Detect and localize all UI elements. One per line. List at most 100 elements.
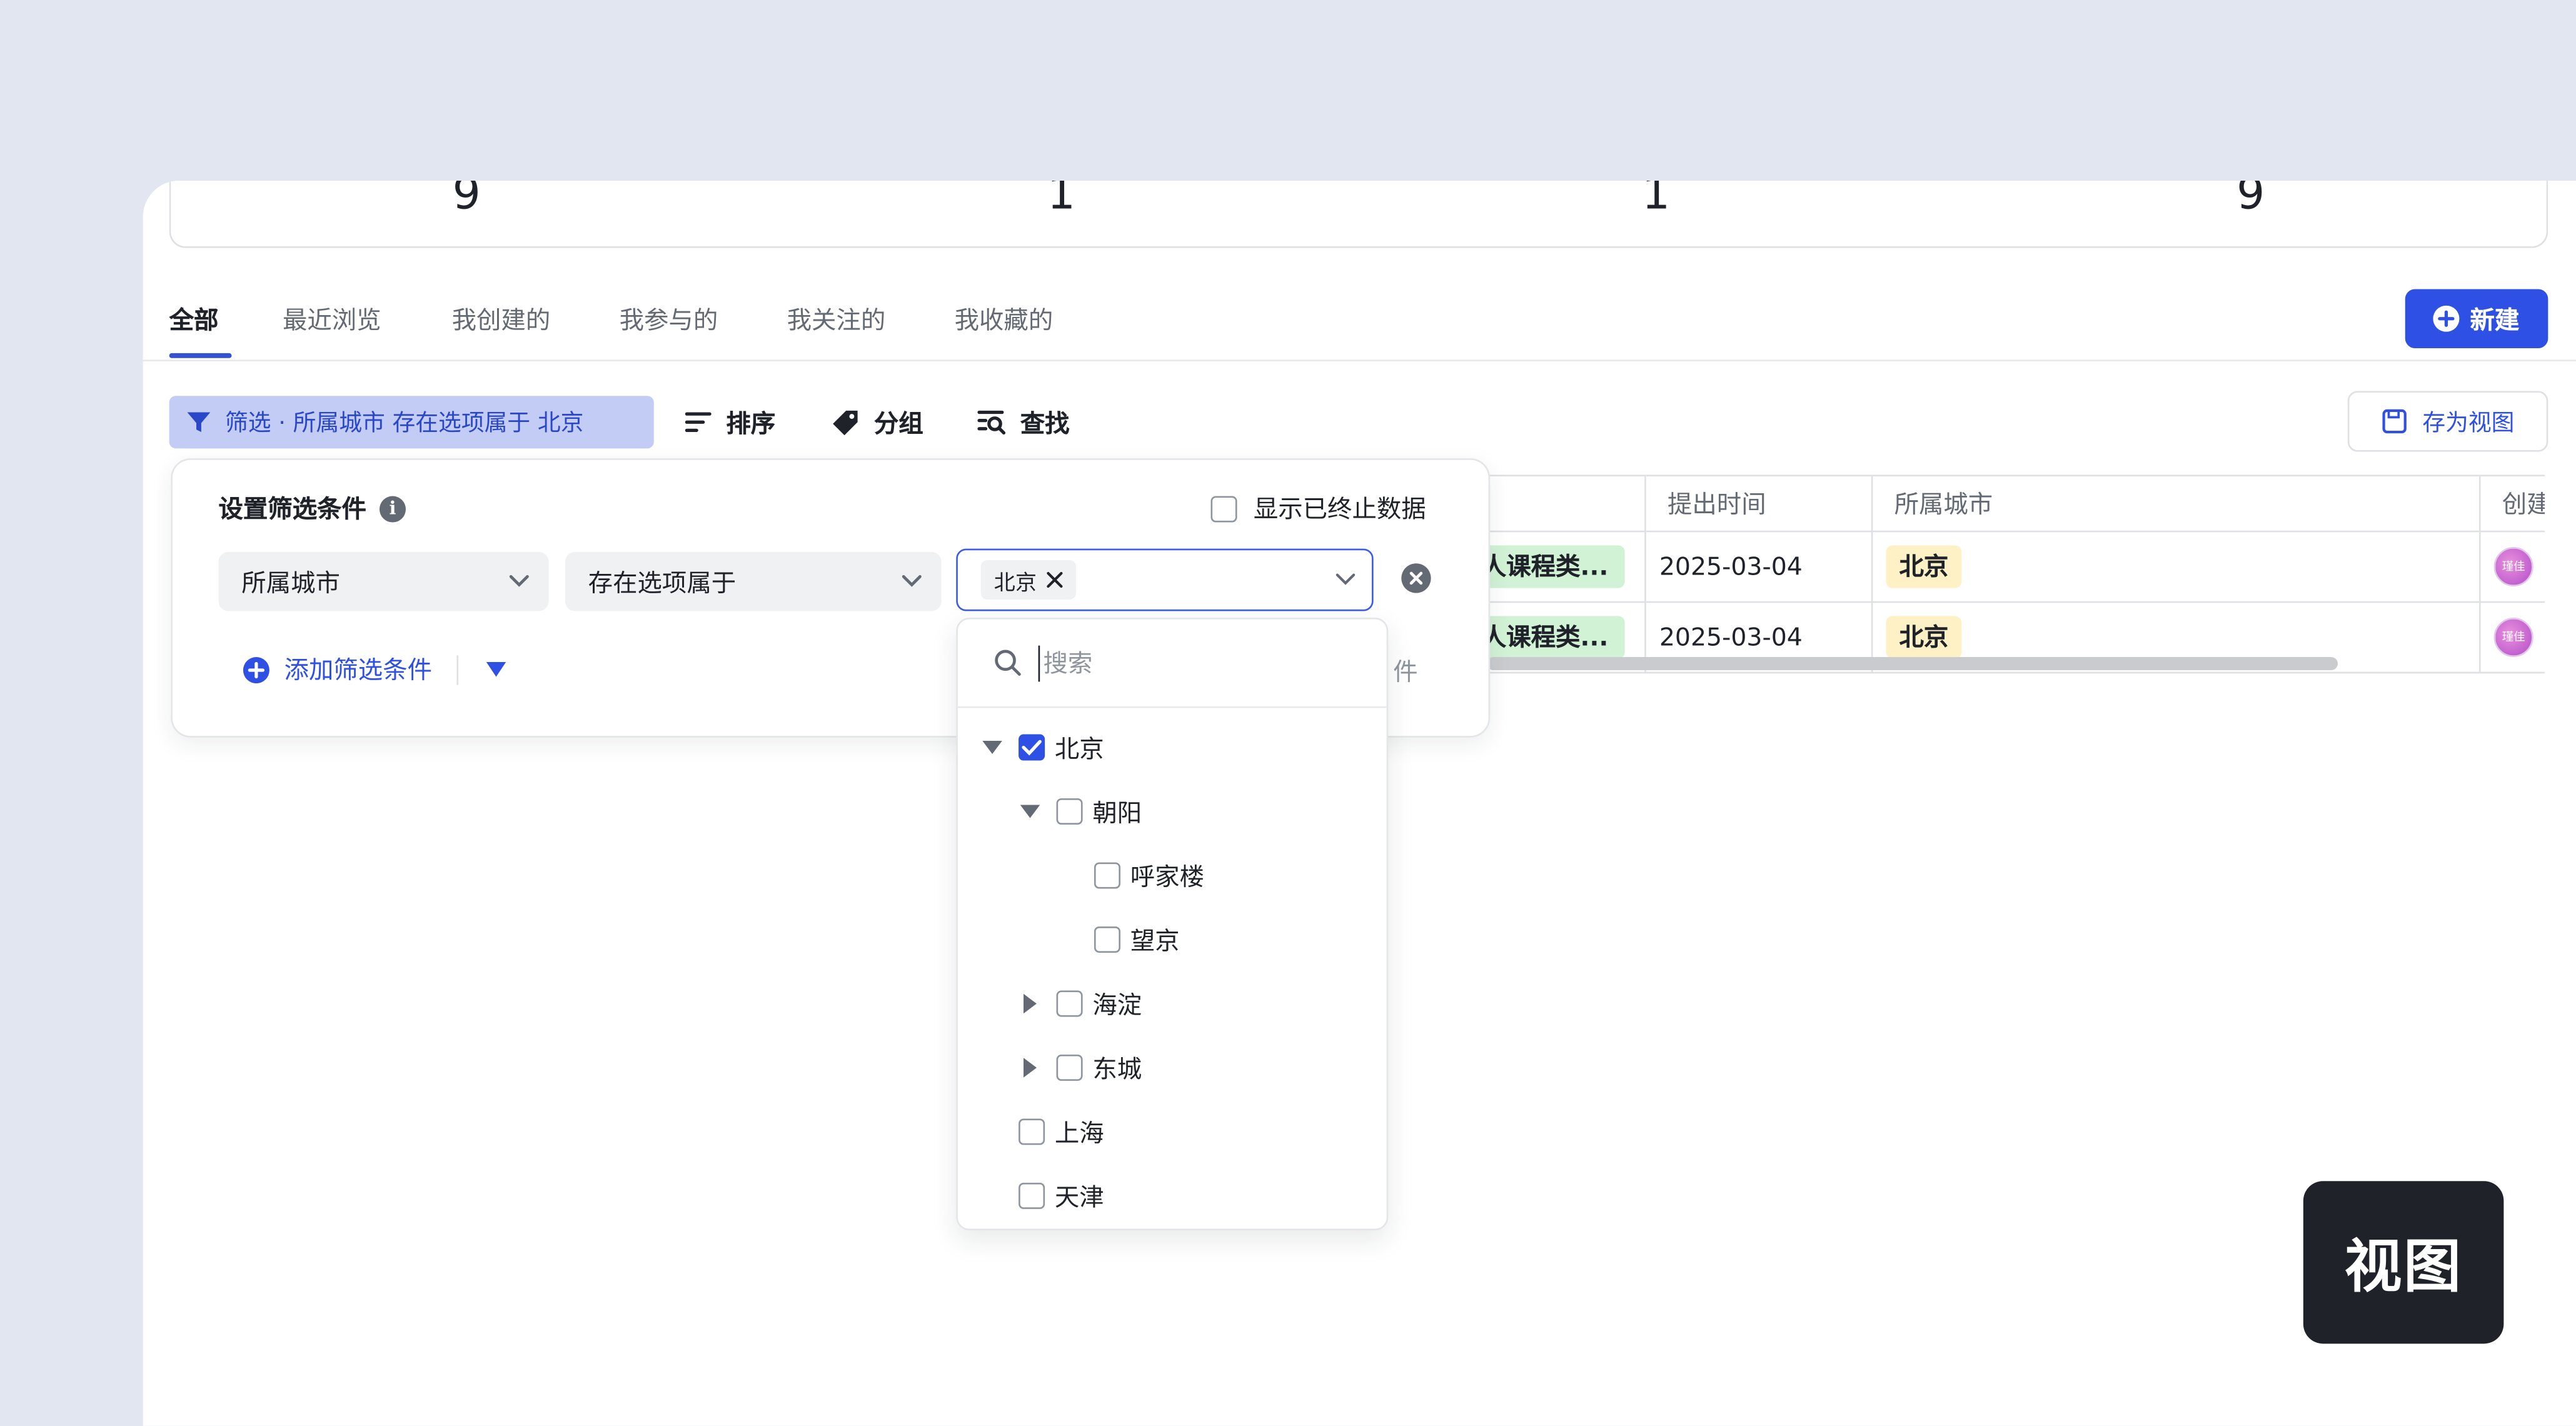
filter-title-text: 设置筛选条件	[218, 494, 366, 525]
table-cell-creator[interactable]: 瑾佳	[2480, 603, 2545, 674]
avatar: 瑾佳	[2493, 546, 2533, 587]
horizontal-scrollbar[interactable]	[1486, 657, 2338, 671]
tree-item-haidian[interactable]: 海淀	[1019, 979, 1142, 1028]
checkbox[interactable]	[1056, 990, 1083, 1017]
checkbox[interactable]	[1094, 862, 1120, 889]
search-icon	[995, 650, 1021, 676]
tree-item-label: 望京	[1130, 925, 1180, 955]
table-cell-date[interactable]: 2025-03-04	[1646, 532, 1873, 603]
column-header-date[interactable]: 提出时间	[1646, 474, 1873, 533]
checkbox[interactable]	[1019, 1118, 1045, 1145]
caret-down-icon[interactable]	[486, 661, 506, 677]
new-button-label: 新建	[2470, 304, 2520, 334]
tree-item-shanghai[interactable]: 上海	[981, 1107, 1104, 1157]
remove-condition-icon[interactable]	[1401, 563, 1431, 593]
selected-value-tag: 北京	[980, 560, 1077, 600]
value-select[interactable]: 北京	[956, 548, 1374, 611]
sort-icon	[685, 412, 712, 433]
tree-item-dongcheng[interactable]: 东城	[1019, 1043, 1142, 1092]
tab-favorited[interactable]: 我收藏的	[955, 302, 1054, 336]
tree-item-label: 呼家楼	[1130, 861, 1205, 891]
value-dropdown: 北京 朝阳 呼家楼 望京 海淀 东城 上	[956, 617, 1389, 1231]
chevron-down-icon	[1336, 573, 1356, 585]
sort-label: 排序	[726, 408, 776, 438]
tag-icon	[833, 409, 858, 434]
filter-icon	[187, 412, 211, 433]
plus-circle-icon	[243, 656, 269, 683]
tree-item-beijing[interactable]: 北京	[981, 723, 1104, 772]
show-ended-label: 显示已终止数据	[1253, 494, 1426, 525]
tree-item-label: 天津	[1054, 1182, 1104, 1212]
add-condition-button[interactable]: 添加筛选条件	[243, 652, 506, 686]
tree-item-wangjing[interactable]: 望京	[1057, 915, 1180, 965]
find-label: 查找	[1020, 408, 1070, 438]
tab-all[interactable]: 全部	[169, 302, 219, 336]
caret-right-icon[interactable]	[1019, 1057, 1042, 1080]
column-header-creator[interactable]: 创建	[2480, 474, 2545, 533]
caret-down-icon[interactable]	[1019, 800, 1042, 823]
app-root: 9 1 1 9 全部 最近浏览 我创建的 我参与的 我关注的 我收藏的 新建 筛…	[0, 0, 2576, 1426]
tree-item-label: 上海	[1054, 1118, 1104, 1148]
chevron-down-icon	[902, 575, 922, 587]
filter-chip[interactable]: 筛选 · 所属城市 存在选项属于 北京	[169, 396, 654, 449]
new-button[interactable]: 新建	[2405, 289, 2548, 349]
stat-count: 1	[1047, 181, 1075, 221]
stat-count: 9	[452, 181, 481, 221]
active-tab-indicator	[169, 353, 232, 358]
stat-count: 9	[2236, 181, 2265, 221]
tree-item-label: 海淀	[1092, 990, 1142, 1020]
plus-circle-icon	[2433, 305, 2460, 332]
table-cell-creator[interactable]: 瑾佳	[2480, 532, 2545, 603]
tab-created[interactable]: 我创建的	[452, 302, 551, 336]
save-icon	[2382, 409, 2406, 434]
tree-item-label: 东城	[1092, 1053, 1142, 1083]
find-icon	[977, 410, 1006, 434]
group-label: 分组	[873, 408, 923, 438]
caret-down-icon[interactable]	[981, 736, 1004, 759]
add-condition-label: 添加筛选条件	[284, 655, 433, 685]
filter-popover-title: 设置筛选条件 i	[218, 491, 406, 526]
close-icon[interactable]	[1047, 571, 1063, 588]
chevron-down-icon	[509, 575, 529, 587]
avatar: 瑾佳	[2493, 617, 2533, 658]
tab-participated[interactable]: 我参与的	[620, 302, 718, 336]
view-badge[interactable]: 视图	[2303, 1181, 2504, 1344]
save-view-button[interactable]: 存为视图	[2347, 391, 2548, 452]
show-ended-checkbox[interactable]	[1210, 495, 1237, 522]
city-tag: 北京	[1886, 616, 1962, 659]
tabs-divider	[143, 359, 2576, 362]
filter-chip-label: 筛选 · 所属城市 存在选项属于 北京	[224, 410, 584, 437]
tree-item-chaoyang[interactable]: 朝阳	[1019, 787, 1142, 836]
tree-item-hujialou[interactable]: 呼家楼	[1057, 851, 1205, 900]
checkbox[interactable]	[1019, 1182, 1045, 1209]
hidden-label-fragment: 件	[1393, 657, 1418, 687]
checkbox-checked[interactable]	[1019, 734, 1045, 761]
tab-recent[interactable]: 最近浏览	[283, 302, 381, 336]
show-ended-toggle[interactable]: 显示已终止数据	[1210, 491, 1426, 526]
save-view-label: 存为视图	[2422, 409, 2515, 436]
field-select[interactable]: 所属城市	[218, 551, 549, 611]
column-header-city[interactable]: 所属城市	[1873, 474, 2481, 533]
checkbox[interactable]	[1056, 798, 1083, 825]
operator-select-value: 存在选项属于	[588, 567, 737, 598]
checkbox[interactable]	[1056, 1054, 1083, 1081]
tree-item-label: 北京	[1054, 733, 1104, 763]
tab-followed[interactable]: 我关注的	[787, 302, 886, 336]
tree-item-label: 朝阳	[1092, 797, 1142, 827]
table-cell-city[interactable]: 北京	[1873, 532, 2481, 603]
caret-right-icon[interactable]	[1019, 992, 1042, 1015]
selected-value-label: 北京	[994, 571, 1037, 596]
dropdown-search	[957, 620, 1387, 708]
sort-button[interactable]: 排序	[685, 396, 776, 448]
field-select-value: 所属城市	[241, 567, 340, 598]
dropdown-search-input[interactable]	[1038, 645, 1342, 681]
tree-item-tianjin[interactable]: 天津	[981, 1171, 1104, 1220]
find-button[interactable]: 查找	[977, 396, 1070, 448]
operator-select[interactable]: 存在选项属于	[565, 551, 942, 611]
city-tag: 北京	[1886, 545, 1962, 588]
add-condition-divider	[456, 655, 459, 685]
stat-count: 1	[1641, 181, 1671, 221]
info-icon[interactable]: i	[380, 495, 406, 522]
checkbox[interactable]	[1094, 926, 1120, 953]
group-button[interactable]: 分组	[832, 396, 923, 448]
